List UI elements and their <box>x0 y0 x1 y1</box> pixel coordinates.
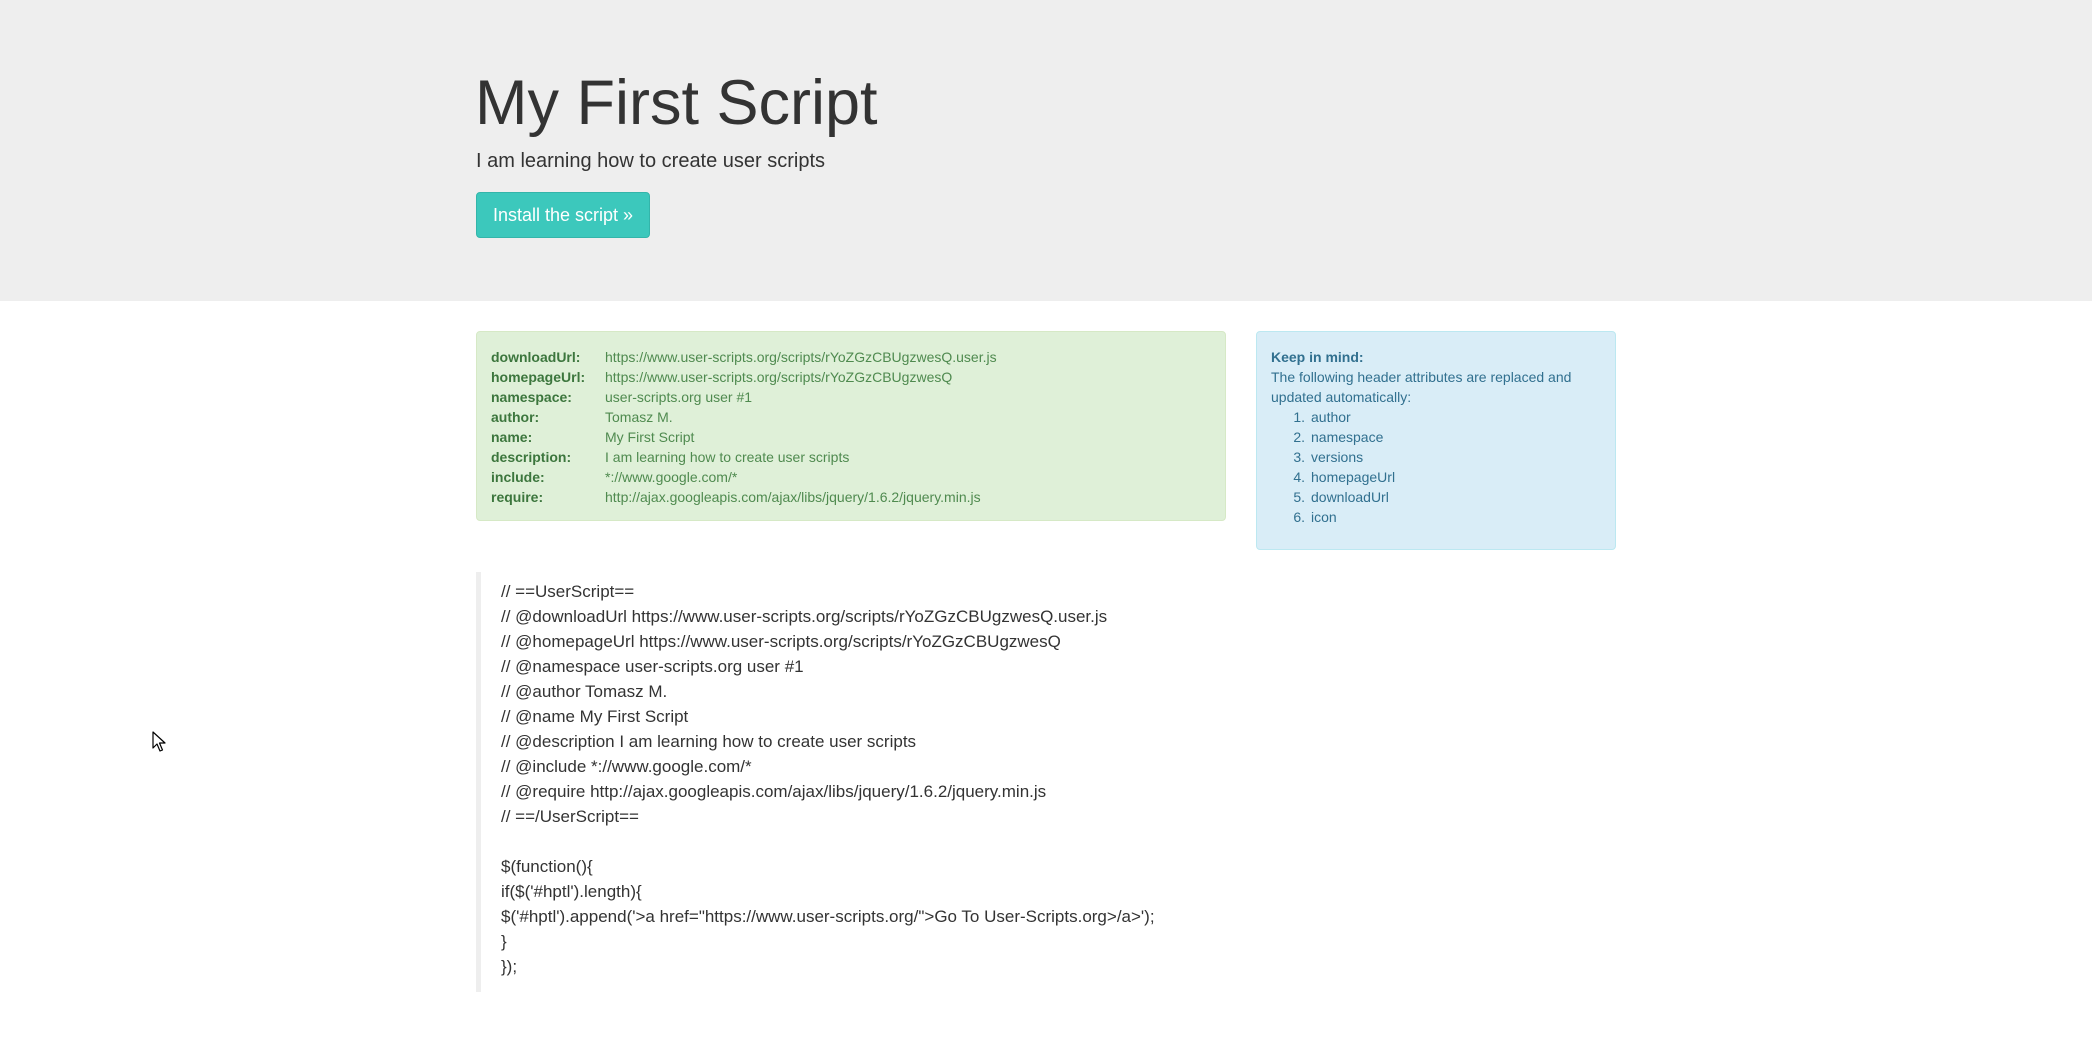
meta-key: author: <box>491 409 540 425</box>
list-label: icon <box>1311 509 1337 525</box>
info-title: Keep in mind: <box>1271 349 1364 365</box>
meta-key: include: <box>491 469 545 485</box>
list-item: 3. versions <box>1271 447 1395 467</box>
info-text: The following header attributes are repl… <box>1271 369 1572 405</box>
meta-value: https://www.user-scripts.org/scripts/rYo… <box>605 369 953 385</box>
list-number: 4. <box>1293 469 1305 485</box>
meta-value: I am learning how to create user scripts <box>605 449 850 465</box>
list-number: 5. <box>1293 489 1305 505</box>
list-item: 4. homepageUrl <box>1271 467 1395 487</box>
meta-key: name: <box>491 429 533 445</box>
code-line: // @include *://www.google.com/* <box>501 757 752 776</box>
page-title: My First Script <box>475 68 878 138</box>
code-line: }); <box>501 957 518 976</box>
meta-value: My First Script <box>605 429 695 445</box>
meta-value: user-scripts.org user #1 <box>605 389 753 405</box>
list-item: 6. icon <box>1271 507 1395 527</box>
code-line: // @name My First Script <box>501 707 689 726</box>
code-line: $('#hptl').append('>a href="https://www.… <box>501 907 1155 926</box>
list-item: 2. namespace <box>1271 427 1395 447</box>
list-label: author <box>1311 409 1351 425</box>
code-line: // @namespace user-scripts.org user #1 <box>501 657 804 676</box>
code-line: // @homepageUrl https://www.user-scripts… <box>501 632 1061 651</box>
code-line: // @author Tomasz M. <box>501 682 668 701</box>
code-line: // @require http://ajax.googleapis.com/a… <box>501 782 1047 801</box>
code-line: // ==UserScript== <box>501 582 635 601</box>
jumbotron: My First Script I am learning how to cre… <box>0 0 2092 301</box>
keep-in-mind-panel: Keep in mind: The following header attri… <box>1256 331 1616 550</box>
meta-value: *://www.google.com/* <box>605 469 738 485</box>
code-line: // ==/UserScript== <box>501 807 639 826</box>
list-number: 1. <box>1293 409 1305 425</box>
code-line: } <box>501 932 507 951</box>
list-label: namespace <box>1311 429 1384 445</box>
meta-key: homepageUrl: <box>491 369 586 385</box>
list-item: 5. downloadUrl <box>1271 487 1395 507</box>
meta-key: description: <box>491 449 572 465</box>
meta-value: https://www.user-scripts.org/scripts/rYo… <box>605 349 997 365</box>
meta-key: require: <box>491 489 544 505</box>
list-label: homepageUrl <box>1311 469 1396 485</box>
list-label: versions <box>1311 449 1364 465</box>
list-label: downloadUrl <box>1311 489 1389 505</box>
script-metadata-panel: downloadUrl: https://www.user-scripts.or… <box>476 331 1226 521</box>
meta-key: downloadUrl: <box>491 349 581 365</box>
install-script-button[interactable]: Install the script » <box>476 192 650 238</box>
code-line: // @description I am learning how to cre… <box>501 732 917 751</box>
list-number: 2. <box>1293 429 1305 445</box>
page-subtitle: I am learning how to create user scripts <box>476 150 826 172</box>
auto-attributes-list: 1. author 2. namespace 3. versions 4. homepa… <box>1271 407 1395 527</box>
meta-value: http://ajax.googleapis.com/ajax/libs/jqu… <box>605 489 981 505</box>
meta-value: Tomasz M. <box>605 409 673 425</box>
meta-key: namespace: <box>491 389 572 405</box>
code-line: $(function(){ <box>501 857 593 876</box>
code-line: // @downloadUrl https://www.user-scripts… <box>501 607 1108 626</box>
list-number: 3. <box>1293 449 1305 465</box>
list-item: 1. author <box>1271 407 1395 427</box>
list-number: 6. <box>1293 509 1305 525</box>
script-source-blockquote: // ==UserScript== // @downloadUrl https:… <box>476 572 1296 992</box>
code-line: if($('#hptl').length){ <box>501 882 642 901</box>
mouse-pointer-icon <box>152 731 166 752</box>
